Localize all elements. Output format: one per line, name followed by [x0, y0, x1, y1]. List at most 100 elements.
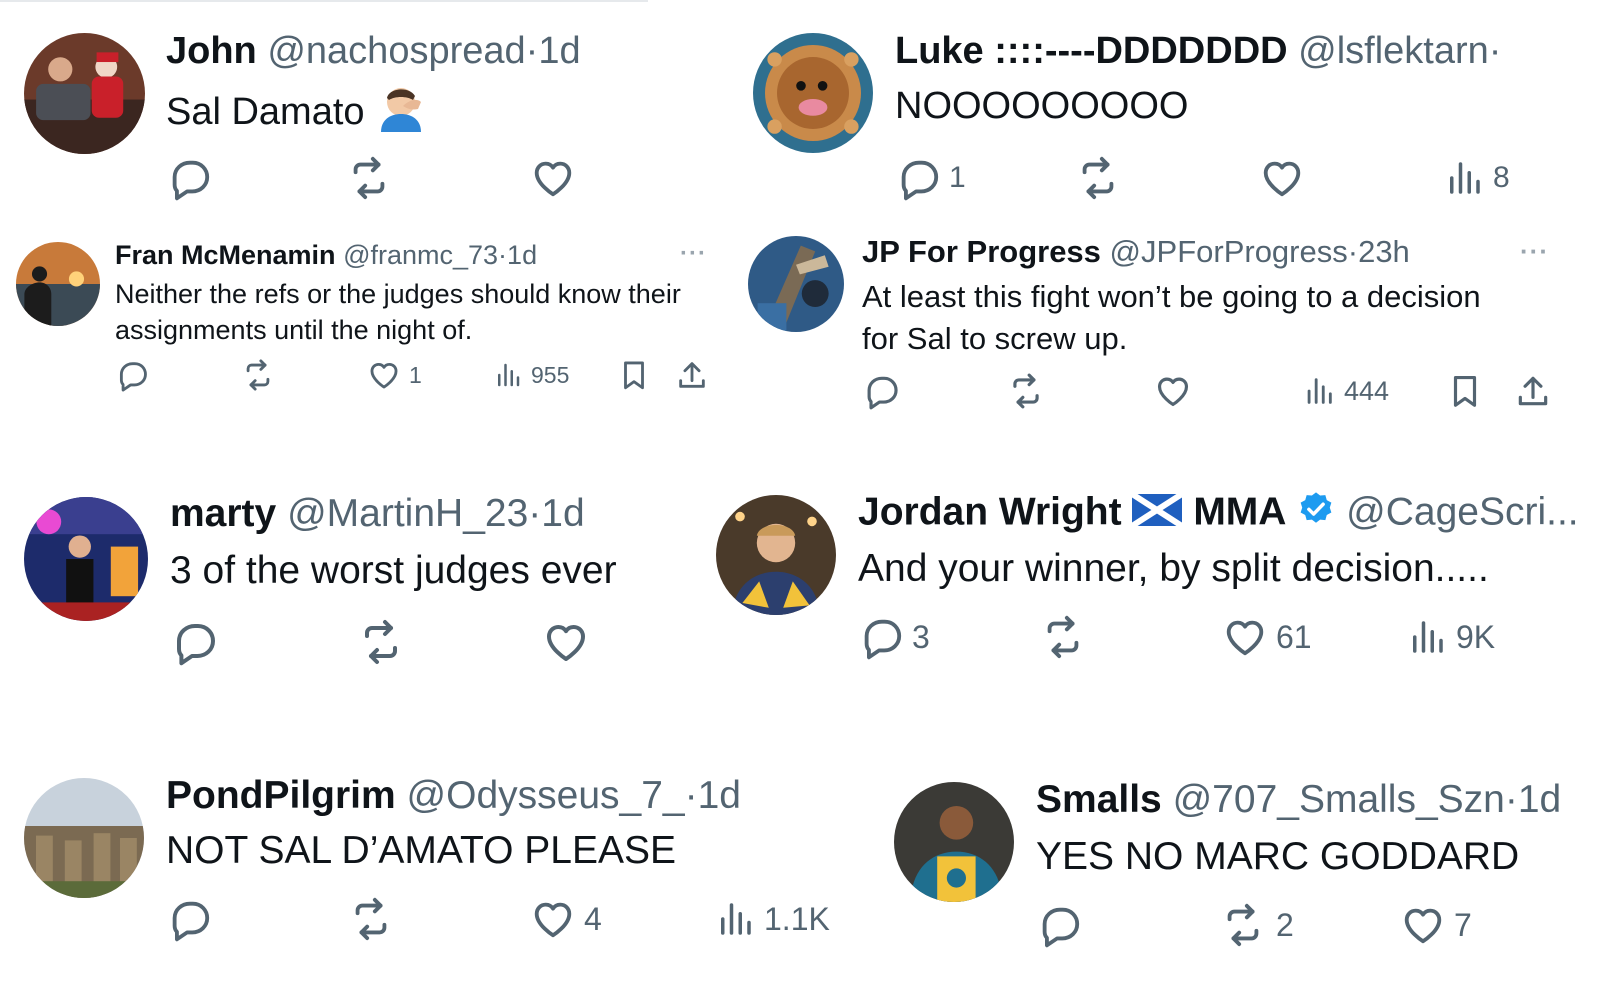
tweet-text-content: 3 of the worst judges ever	[170, 549, 617, 592]
tweet-actions: 2 7	[1036, 902, 1516, 948]
avatar[interactable]	[16, 242, 100, 326]
reply-button[interactable]: 3	[858, 614, 930, 660]
bookmark-button[interactable]	[1446, 372, 1484, 410]
like-button[interactable]	[1259, 155, 1305, 201]
timestamp[interactable]: 1d	[541, 492, 584, 535]
handle[interactable]: @nachospread	[267, 30, 525, 72]
avatar[interactable]	[748, 236, 844, 332]
like-count: 7	[1454, 906, 1472, 943]
views-icon	[1307, 378, 1332, 404]
avatar[interactable]	[24, 778, 144, 898]
more-options-button[interactable]: ···	[1520, 236, 1549, 267]
avatar[interactable]	[24, 33, 145, 154]
heart-icon	[534, 902, 572, 938]
display-name[interactable]: Luke ::::----DDDDDDD	[895, 30, 1288, 72]
avatar[interactable]	[753, 33, 873, 153]
scotland-flag-icon	[1130, 491, 1185, 536]
retweet-button[interactable]	[1006, 372, 1046, 410]
views-button[interactable]: 444	[1302, 372, 1389, 410]
retweet-button[interactable]	[1038, 614, 1088, 660]
reply-button[interactable]	[862, 372, 900, 410]
handle[interactable]: @CageScri...	[1346, 490, 1579, 533]
retweet-button[interactable]	[240, 358, 276, 392]
views-button[interactable]: 955	[493, 358, 569, 392]
tweet-pondpilgrim[interactable]: PondPilgrim @Odysseus_7_·1d NOT SAL D’AM…	[0, 760, 880, 1000]
handle[interactable]: @Odysseus_7_	[407, 774, 685, 817]
tweet-john[interactable]: John @nachospread·1d Sal Damato	[0, 0, 700, 210]
reply-button[interactable]	[166, 155, 212, 201]
bookmark-button[interactable]	[617, 358, 651, 392]
retweet-button[interactable]	[1073, 155, 1123, 201]
views-button[interactable]: 1.1K	[714, 896, 830, 942]
reply-button[interactable]	[115, 358, 149, 392]
reply-button[interactable]	[166, 896, 212, 942]
avatar[interactable]	[716, 495, 836, 615]
timestamp[interactable]: 1d	[507, 240, 537, 270]
reply-button[interactable]	[170, 618, 218, 666]
handle[interactable]: @JPForProgress	[1110, 234, 1348, 269]
display-name[interactable]: Fran McMenamin	[115, 240, 336, 270]
tweet-marty[interactable]: marty @MartinH_23·1d 3 of the worst judg…	[0, 470, 700, 690]
timestamp[interactable]: 23h	[1358, 234, 1410, 269]
separator: ·	[528, 492, 542, 535]
handle[interactable]: @franmc_73	[343, 240, 498, 270]
timestamp[interactable]: 1d	[1518, 778, 1561, 821]
retweet-icon	[246, 359, 270, 391]
retweet-button[interactable]: 2	[1218, 902, 1294, 948]
tweet-text-content: NOOOOOOOOO	[895, 85, 1189, 127]
views-button[interactable]: 9K	[1406, 614, 1495, 660]
tweet-text: At least this fight won’t be going to a …	[862, 276, 1481, 360]
timestamp[interactable]: 1d	[538, 30, 580, 72]
tweet-actions: 1 955	[115, 358, 715, 402]
more-options-button[interactable]: ···	[680, 240, 707, 268]
views-button[interactable]: 8	[1443, 155, 1510, 201]
retweet-button[interactable]	[346, 896, 396, 942]
display-name[interactable]: John	[166, 30, 257, 72]
timestamp[interactable]: 1d	[698, 774, 741, 817]
reply-button[interactable]	[1036, 902, 1082, 948]
retweet-button[interactable]	[344, 155, 394, 201]
share-button[interactable]	[675, 358, 709, 392]
like-button[interactable]	[542, 618, 590, 666]
view-count: 8	[1493, 161, 1510, 194]
like-count: 1	[409, 361, 422, 388]
display-name[interactable]: marty	[170, 492, 276, 535]
like-button[interactable]: 7	[1400, 902, 1472, 948]
display-name[interactable]: JP For Progress	[862, 234, 1101, 269]
handle[interactable]: @707_Smalls_Szn	[1173, 778, 1505, 821]
display-name[interactable]: Jordan Wright	[858, 490, 1122, 533]
avatar[interactable]	[24, 497, 148, 621]
share-button[interactable]	[1514, 372, 1552, 410]
tweet-fran[interactable]: Fran McMenamin @franmc_73·1d ··· Neither…	[0, 220, 730, 420]
reply-button[interactable]: 1	[895, 155, 966, 201]
tweet-luke[interactable]: Luke ::::----DDDDDDD @lsflektarn· NOOOOO…	[730, 0, 1600, 210]
avatar[interactable]	[894, 782, 1014, 902]
like-button[interactable]	[530, 155, 576, 201]
retweet-button[interactable]	[356, 618, 406, 666]
tweet-jp-for-progress[interactable]: JP For Progress @JPForProgress·23h ··· A…	[730, 220, 1600, 430]
view-count: 1.1K	[764, 900, 830, 937]
display-name[interactable]: PondPilgrim	[166, 774, 396, 817]
like-button[interactable]: 4	[530, 896, 602, 942]
handle[interactable]: @lsflektarn	[1298, 30, 1489, 72]
tweet-jordan-wright[interactable]: Jordan Wright MMA @CageScri... And your …	[700, 470, 1600, 690]
reply-count: 3	[912, 618, 930, 655]
handle[interactable]: @MartinH_23	[287, 492, 528, 535]
bookmark-icon	[1453, 375, 1477, 407]
display-name-suffix[interactable]: MMA	[1193, 490, 1286, 533]
like-button[interactable]: 1	[367, 358, 422, 392]
retweet-icon	[1227, 903, 1259, 947]
tweet-text-content: And your winner, by split decision.....	[858, 547, 1489, 590]
display-name[interactable]: Smalls	[1036, 778, 1162, 821]
views-icon	[721, 903, 751, 935]
reply-icon	[172, 901, 210, 942]
like-button[interactable]	[1154, 372, 1192, 410]
tweet-text: NOT SAL D’AMATO PLEASE	[166, 828, 676, 875]
tweet-actions: 1 8	[895, 155, 1535, 201]
tweet-actions	[166, 155, 586, 201]
like-button[interactable]: 61	[1222, 614, 1312, 660]
tweet-smalls[interactable]: Smalls @707_Smalls_Szn·1d YES NO MARC GO…	[880, 760, 1600, 1000]
tweet-actions: 4 1.1K	[166, 896, 866, 942]
tweet-header: Luke ::::----DDDDDDD @lsflektarn·	[895, 30, 1501, 73]
tweet-text: NOOOOOOOOO	[895, 84, 1188, 130]
